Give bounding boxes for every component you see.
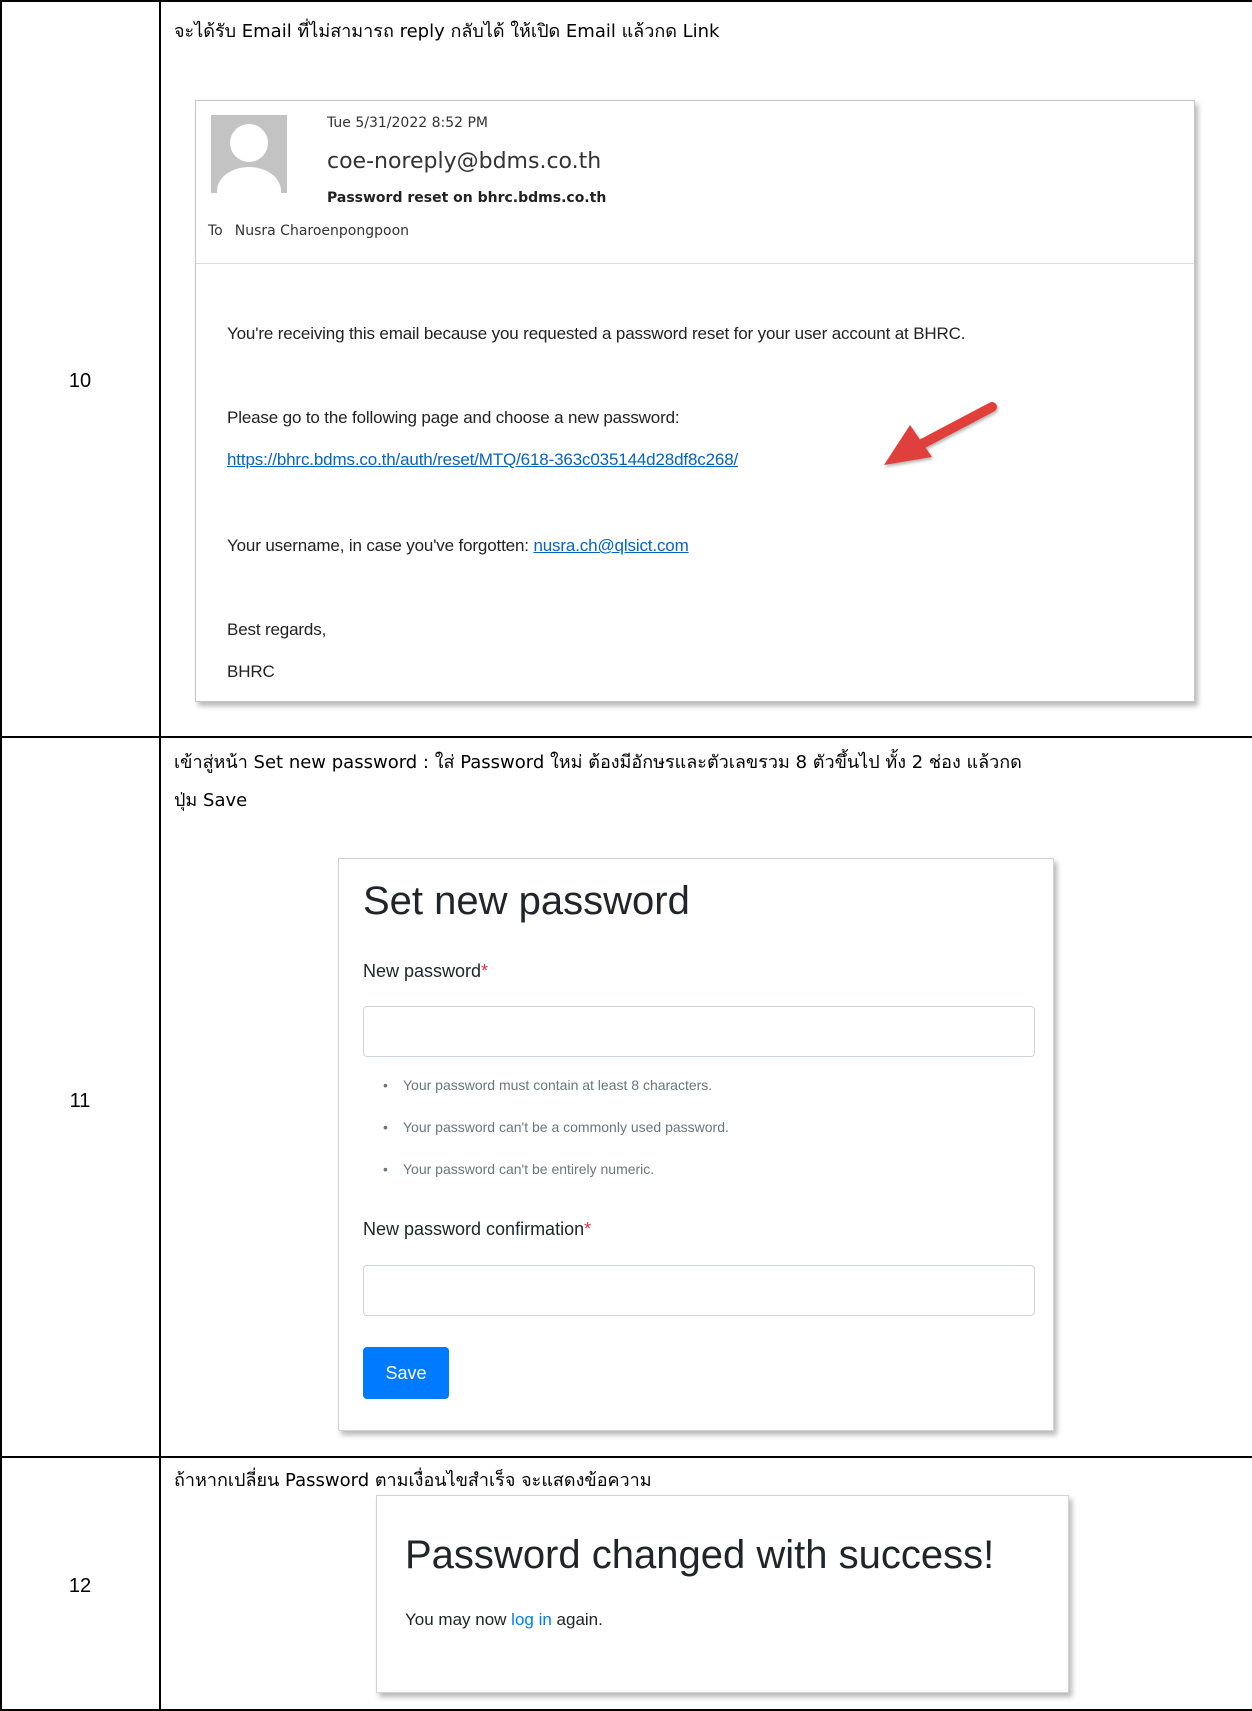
email-recipient: To Nusra Charoenpongpoon — [208, 223, 409, 239]
confirm-password-label: New password confirmation* — [363, 1219, 591, 1240]
email-sender: coe-noreply@bdms.co.th — [327, 149, 602, 174]
help-item: • Your password can't be a commonly used … — [383, 1119, 729, 1135]
sender-avatar-icon — [211, 115, 287, 193]
recipient-name: Nusra Charoenpongpoon — [234, 223, 410, 239]
confirm-password-field[interactable] — [363, 1265, 1035, 1316]
step-number: 12 — [68, 1575, 92, 1597]
help-item: • Your password can't be entirely numeric… — [383, 1161, 655, 1177]
step-number: 10 — [68, 370, 92, 392]
login-link[interactable]: log in — [511, 1610, 552, 1629]
column-divider — [159, 0, 161, 1711]
email-instruction: Please go to the following page and choo… — [227, 408, 680, 427]
header-divider — [196, 263, 1194, 264]
success-screenshot: Password changed with success! You may n… — [376, 1495, 1069, 1693]
table-border-left — [0, 0, 2, 1711]
table-border-top — [0, 0, 1252, 2]
red-arrow-icon — [884, 402, 997, 465]
message-text: again. — [551, 1610, 603, 1629]
set-password-screenshot: Set new password New password* • Your pas… — [338, 858, 1054, 1431]
step-number: 11 — [69, 1090, 91, 1112]
new-password-field[interactable] — [363, 1006, 1035, 1057]
message-text: You may now — [405, 1610, 512, 1629]
label-text: New password — [363, 961, 482, 981]
reset-link[interactable]: https://bhrc.bdms.co.th/auth/reset/MTQ/6… — [227, 450, 738, 470]
success-title: Password changed with success! — [405, 1533, 995, 1577]
save-button[interactable]: Save — [363, 1347, 449, 1399]
username-text: Your username, in case you've forgotten: — [227, 536, 534, 555]
label-text: New password confirmation — [363, 1219, 585, 1239]
required-mark: * — [481, 961, 489, 981]
required-mark: * — [584, 1219, 592, 1239]
email-subject: Password reset on bhrc.bdms.co.th — [327, 190, 607, 206]
step-instruction: เข้าสู่หน้า Set new password : ใส่ Passw… — [174, 744, 1234, 820]
username-link[interactable]: nusra.ch@qlsict.com — [533, 536, 688, 555]
page-title: Set new password — [363, 879, 690, 923]
row-divider — [0, 1456, 1252, 1458]
email-intro: You're receiving this email because you … — [227, 324, 966, 343]
step-instruction: จะได้รับ Email ที่ไม่สามารถ reply กลับได… — [174, 21, 720, 42]
help-text: Your password must contain at least 8 ch… — [403, 1077, 713, 1093]
instruction-line: ปุ่ม Save — [174, 790, 248, 811]
help-item: • Your password must contain at least 8 c… — [383, 1077, 713, 1093]
help-text: Your password can't be a commonly used p… — [403, 1119, 729, 1135]
email-date: Tue 5/31/2022 8:52 PM — [327, 115, 489, 131]
new-password-label: New password* — [363, 961, 488, 982]
email-screenshot: Tue 5/31/2022 8:52 PM coe-noreply@bdms.c… — [195, 100, 1195, 702]
instruction-line: เข้าสู่หน้า Set new password : ใส่ Passw… — [174, 752, 1022, 773]
help-text: Your password can't be entirely numeric. — [403, 1161, 655, 1177]
email-signature: BHRC — [227, 662, 275, 681]
row-divider — [0, 736, 1252, 738]
to-label: To — [208, 223, 223, 239]
success-message: You may now log in again. — [405, 1610, 603, 1630]
email-username-line: Your username, in case you've forgotten:… — [227, 536, 689, 556]
email-regards: Best regards, — [227, 620, 327, 639]
